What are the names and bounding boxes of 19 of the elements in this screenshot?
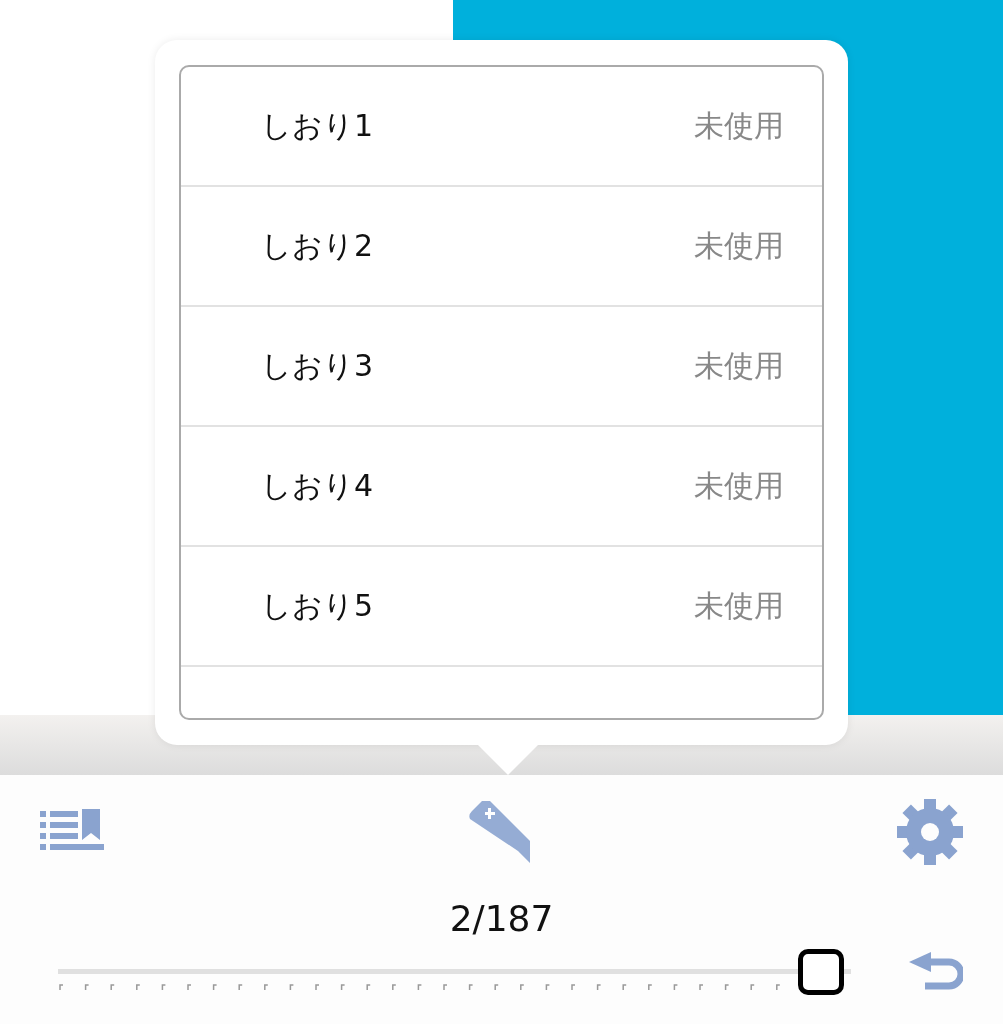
bookmark-status: 未使用 xyxy=(694,226,784,265)
bookmark-item[interactable]: しおり2 未使用 xyxy=(181,187,822,307)
bookmark-status: 未使用 xyxy=(694,466,784,505)
bookmark-item[interactable]: しおり5 未使用 xyxy=(181,547,822,667)
bookmark-item[interactable]: しおり4 未使用 xyxy=(181,427,822,547)
bookmark-status: 未使用 xyxy=(694,586,784,625)
bookmark-label: しおり1 xyxy=(261,106,374,145)
bookmark-label: しおり2 xyxy=(261,226,374,265)
bookmark-item[interactable]: しおり1 未使用 xyxy=(181,67,822,187)
bookmark-label: しおり5 xyxy=(261,586,374,625)
page-number: 2/187 xyxy=(449,897,554,941)
bookmark-status: 未使用 xyxy=(694,106,784,145)
bookmark-label: しおり4 xyxy=(261,466,374,505)
bookmark-status: 未使用 xyxy=(694,346,784,385)
undo-icon[interactable] xyxy=(909,952,963,992)
settings-icon[interactable] xyxy=(897,799,963,865)
bookmark-item[interactable]: しおり3 未使用 xyxy=(181,307,822,427)
bookmark-label: しおり3 xyxy=(261,346,374,385)
slider-thumb[interactable] xyxy=(797,949,844,995)
